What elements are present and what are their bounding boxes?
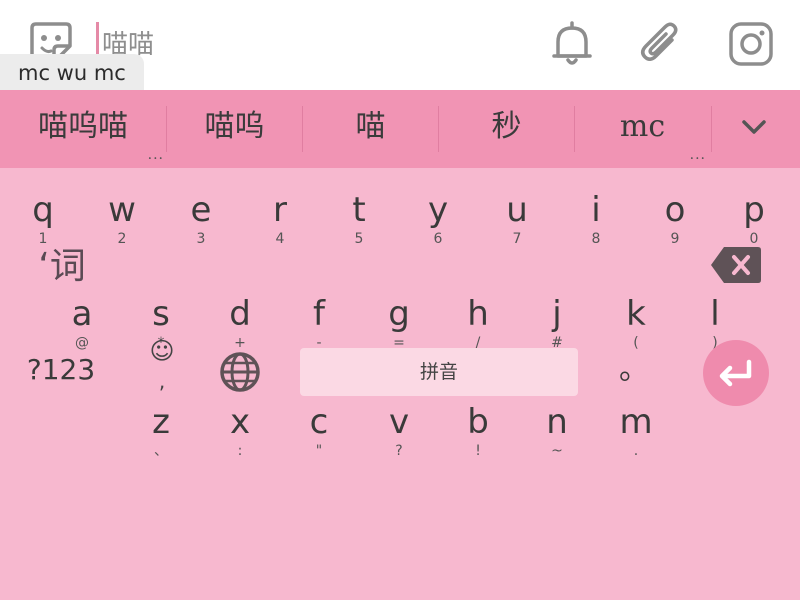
key-t[interactable]: t5 <box>329 190 389 248</box>
candidate-divider <box>711 106 712 152</box>
key-b[interactable]: b! <box>448 402 508 460</box>
more-candidates-marker: ... <box>689 147 706 163</box>
candidate-item[interactable]: 秒 <box>439 90 574 168</box>
key-x[interactable]: x: <box>210 402 270 460</box>
key-f[interactable]: f- <box>289 294 349 352</box>
candidate-bar: 喵呜喵 ... 喵呜 喵 秒 mc ... <box>0 90 800 168</box>
key-r[interactable]: r4 <box>250 190 310 248</box>
word-segment-key[interactable]: ‘词 <box>30 239 94 295</box>
key-w[interactable]: w2 <box>92 190 152 248</box>
key-n[interactable]: n ~ <box>527 402 587 460</box>
keyboard: q1 w2 e3 r4 t5 y6 u7 i8 o9 p0 a @ s * d + f… <box>0 168 800 600</box>
candidate-item[interactable]: 喵呜喵 ... <box>0 90 166 168</box>
enter-icon <box>719 359 752 387</box>
emoji-key[interactable]: ☺ , <box>140 336 184 406</box>
key-a[interactable]: a @ <box>52 294 112 352</box>
pinyin-composition: mc wu mc <box>0 54 144 90</box>
key-z[interactable]: z、 <box>131 402 191 460</box>
message-input[interactable]: 喵喵 <box>94 18 514 64</box>
key-d[interactable]: d + <box>210 294 270 352</box>
key-h[interactable]: h / <box>448 294 508 352</box>
message-compose-bar: 喵喵 mc wu mc <box>0 0 800 90</box>
candidate-item[interactable]: 喵 <box>303 90 438 168</box>
key-o[interactable]: o9 <box>645 190 705 248</box>
instagram-icon[interactable] <box>727 18 775 70</box>
backspace-icon[interactable] <box>708 244 764 286</box>
chevron-down-icon[interactable] <box>720 90 800 168</box>
key-v[interactable]: v? <box>369 402 429 460</box>
candidate-item[interactable]: 喵呜 <box>167 90 302 168</box>
key-m[interactable]: m. <box>606 402 666 460</box>
key-p[interactable]: p0 <box>724 190 784 248</box>
smiley-icon: ☺ <box>149 337 175 365</box>
key-j[interactable]: j # <box>527 294 587 352</box>
enter-key[interactable] <box>703 340 769 406</box>
key-u[interactable]: u7 <box>487 190 547 248</box>
text-cursor <box>96 22 99 56</box>
key-i[interactable]: i8 <box>566 190 626 248</box>
key-y[interactable]: y6 <box>408 190 468 248</box>
key-g[interactable]: g = <box>369 294 429 352</box>
space-bar[interactable]: 拼音 <box>300 348 578 396</box>
candidate-item[interactable]: mc ... <box>575 90 710 168</box>
period-key[interactable]: 。 <box>614 340 654 400</box>
more-candidates-marker: ... <box>147 147 164 163</box>
key-e[interactable]: e3 <box>171 190 231 248</box>
key-c[interactable]: c " <box>289 402 349 460</box>
bell-icon[interactable] <box>548 18 596 70</box>
paperclip-icon[interactable] <box>638 18 686 70</box>
symbols-key[interactable]: ?123 <box>22 350 100 390</box>
globe-icon[interactable] <box>216 348 264 396</box>
